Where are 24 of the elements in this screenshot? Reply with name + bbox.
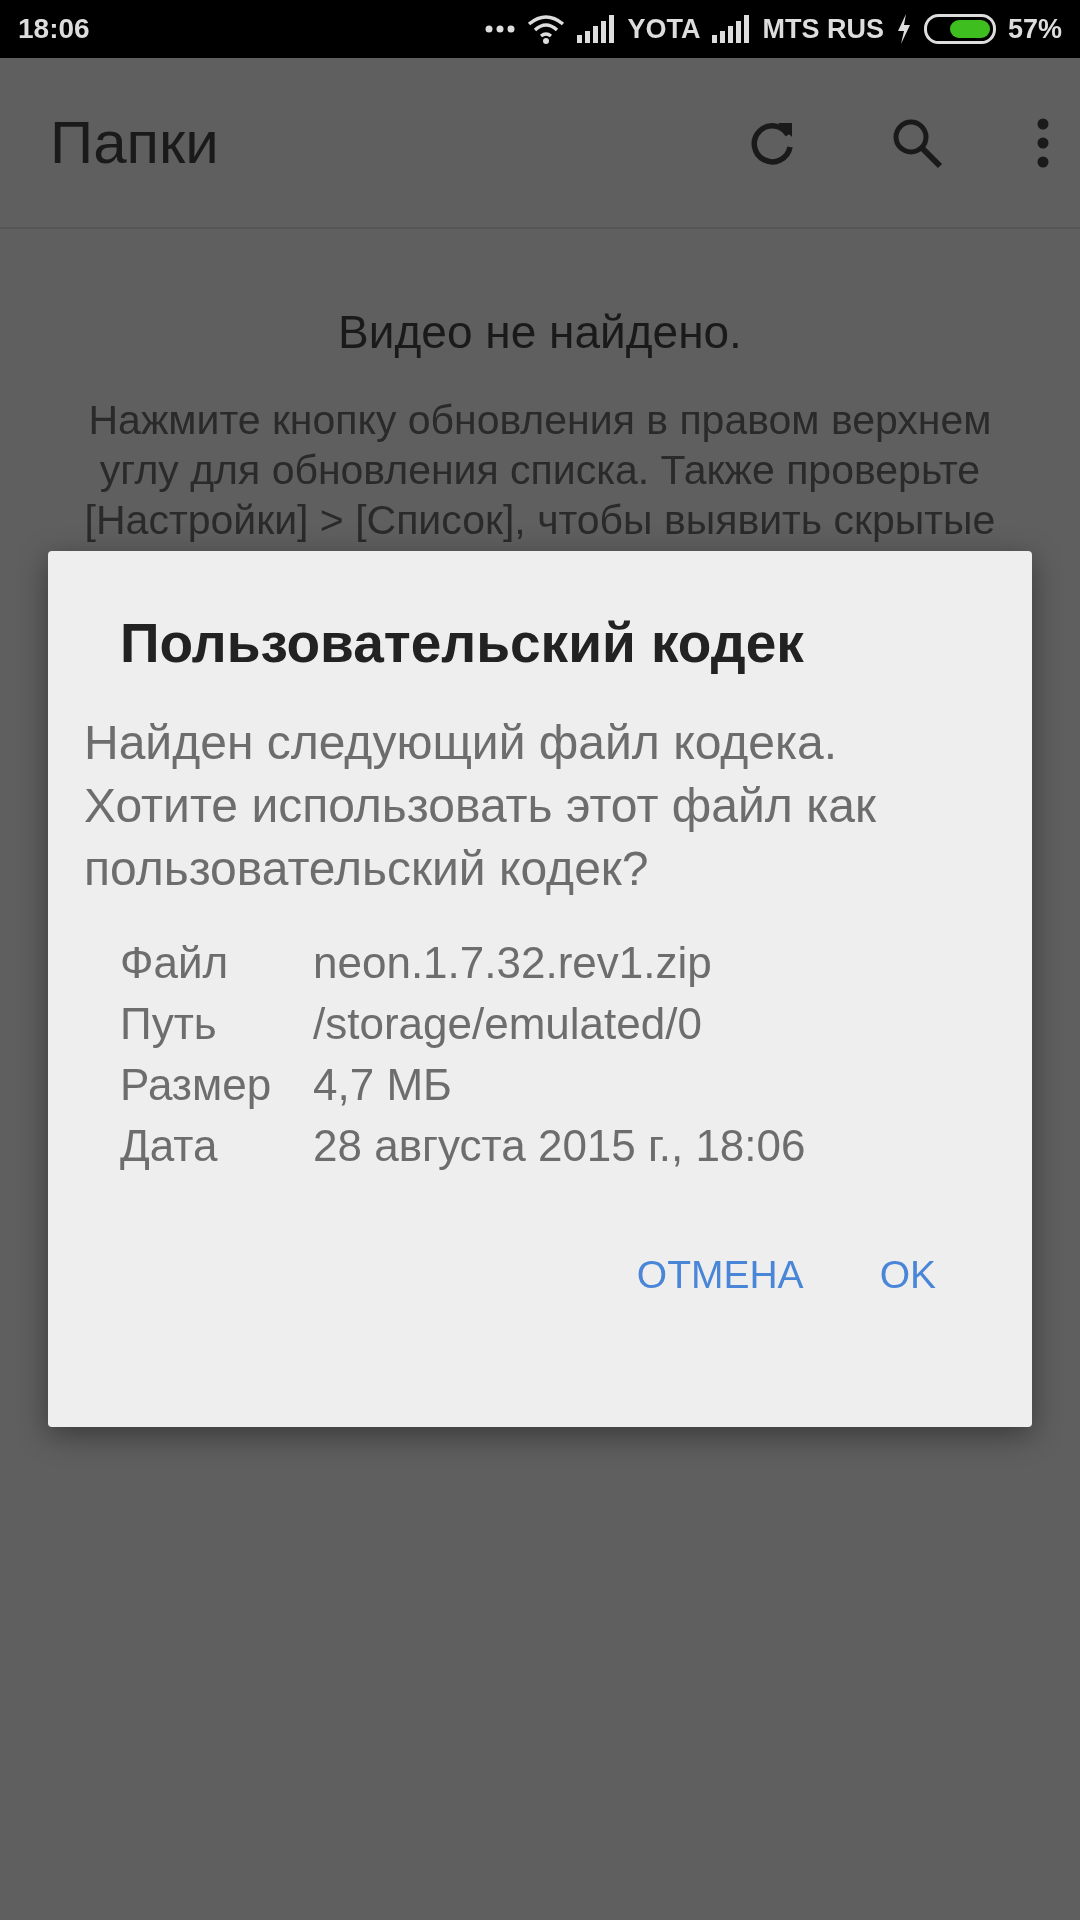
dialog-button[interactable]: OK [863,1241,952,1309]
empty-title: Видео не найдено. [337,305,743,359]
status-time: 18:06 [18,13,90,45]
more-dots-icon [485,24,516,34]
carrier-name: MTS RUS [762,13,884,45]
wifi-icon [527,14,566,44]
dialog-button[interactable]: ОТМЕНА [620,1241,820,1309]
detail-label: Путь [120,999,218,1049]
screen-title: Папки [50,108,219,177]
battery-icon [923,14,996,44]
detail-label: Размер [120,1060,273,1110]
detail-value: /storage/emulated/0 [313,999,703,1049]
detail-label: Дата [120,1121,219,1171]
dialog-title: Пользовательский кодек [119,611,805,675]
dialog-message: Найден следующий файл кодека. Хотите использовать этот файл как пользовательский кодек? [84,715,877,897]
carrier-name: YOTA [627,13,701,45]
detail-label: Файл [120,938,230,988]
signal-icon [712,15,751,43]
detail-value: neon.1.7.32.rev1.zip [313,938,713,988]
overflow-menu-icon[interactable] [1036,117,1050,168]
battery-percent: 57% [1007,13,1062,45]
detail-value: 28 августа 2015 г., 18:06 [313,1121,806,1171]
signal-icon [577,15,616,43]
detail-value: 4,7 МБ [313,1060,453,1110]
